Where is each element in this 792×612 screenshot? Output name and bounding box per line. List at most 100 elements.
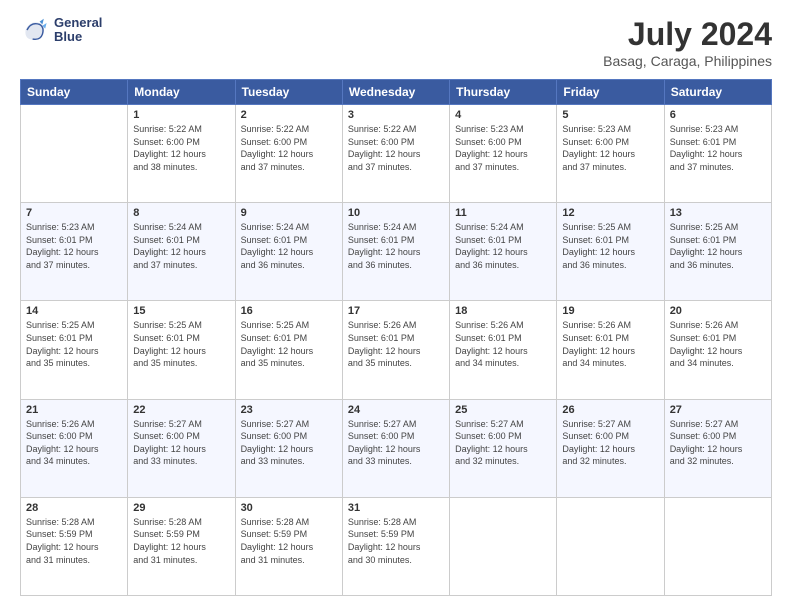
calendar-cell: 15 Sunrise: 5:25 AM Sunset: 6:01 PM Dayli…: [128, 301, 235, 399]
calendar-cell: 11Sunrise: 5:24 AM Sunset: 6:01 PM Dayli…: [450, 203, 557, 301]
col-header-wednesday: Wednesday: [342, 80, 449, 105]
calendar-cell: 7 Sunrise: 5:23 AM Sunset: 6:01 PM Daylig…: [21, 203, 128, 301]
day-number: 8: [133, 207, 229, 219]
day-info: Sunrise: 5:24 AM Sunset: 6:01 PM Dayligh…: [348, 221, 444, 271]
logo-line1: General: [54, 16, 102, 30]
calendar-cell: 12 Sunrise: 5:25 AM Sunset: 6:01 PM Dayli…: [557, 203, 664, 301]
month-year: July 2024: [603, 16, 772, 53]
day-number: 26: [562, 404, 658, 416]
calendar-cell: 19Sunrise: 5:26 AM Sunset: 6:01 PM Dayli…: [557, 301, 664, 399]
day-number: 3: [348, 109, 444, 121]
day-info: Sunrise: 5:27 AM Sunset: 6:00 PM Dayligh…: [241, 418, 337, 468]
calendar-cell: 26 Sunrise: 5:27 AM Sunset: 6:00 PM Dayli…: [557, 399, 664, 497]
day-number: 27: [670, 404, 766, 416]
day-number: 21: [26, 404, 122, 416]
calendar-cell: 29 Sunrise: 5:28 AM Sunset: 5:59 PM Dayli…: [128, 497, 235, 595]
calendar-cell: 16 Sunrise: 5:25 AM Sunset: 6:01 PM Dayli…: [235, 301, 342, 399]
day-info: Sunrise: 5:25 AM Sunset: 6:01 PM Dayligh…: [133, 319, 229, 369]
calendar-cell: 2 Sunrise: 5:22 AM Sunset: 6:00 PM Daylig…: [235, 105, 342, 203]
day-number: 24: [348, 404, 444, 416]
week-row-3: 14 Sunrise: 5:25 AM Sunset: 6:01 PM Dayli…: [21, 301, 772, 399]
calendar-cell: [557, 497, 664, 595]
col-header-saturday: Saturday: [664, 80, 771, 105]
calendar-cell: 28Sunrise: 5:28 AM Sunset: 5:59 PM Dayli…: [21, 497, 128, 595]
day-number: 6: [670, 109, 766, 121]
day-number: 29: [133, 502, 229, 514]
day-info: Sunrise: 5:26 AM Sunset: 6:01 PM Dayligh…: [348, 319, 444, 369]
week-row-5: 28Sunrise: 5:28 AM Sunset: 5:59 PM Dayli…: [21, 497, 772, 595]
day-info: Sunrise: 5:26 AM Sunset: 6:01 PM Dayligh…: [670, 319, 766, 369]
day-number: 18: [455, 305, 551, 317]
week-row-2: 7 Sunrise: 5:23 AM Sunset: 6:01 PM Daylig…: [21, 203, 772, 301]
day-info: Sunrise: 5:28 AM Sunset: 5:59 PM Dayligh…: [348, 516, 444, 566]
col-header-monday: Monday: [128, 80, 235, 105]
calendar-cell: 23 Sunrise: 5:27 AM Sunset: 6:00 PM Dayli…: [235, 399, 342, 497]
day-info: Sunrise: 5:23 AM Sunset: 6:00 PM Dayligh…: [562, 123, 658, 173]
day-info: Sunrise: 5:26 AM Sunset: 6:00 PM Dayligh…: [26, 418, 122, 468]
calendar-cell: 10 Sunrise: 5:24 AM Sunset: 6:01 PM Dayli…: [342, 203, 449, 301]
day-number: 25: [455, 404, 551, 416]
day-info: Sunrise: 5:27 AM Sunset: 6:00 PM Dayligh…: [455, 418, 551, 468]
calendar-table: SundayMondayTuesdayWednesdayThursdayFrid…: [20, 79, 772, 596]
day-number: 17: [348, 305, 444, 317]
day-info: Sunrise: 5:24 AM Sunset: 6:01 PM Dayligh…: [455, 221, 551, 271]
day-number: 12: [562, 207, 658, 219]
day-number: 14: [26, 305, 122, 317]
page: General Blue July 2024 Basag, Caraga, Ph…: [0, 0, 792, 612]
day-info: Sunrise: 5:23 AM Sunset: 6:01 PM Dayligh…: [670, 123, 766, 173]
day-number: 7: [26, 207, 122, 219]
day-number: 4: [455, 109, 551, 121]
col-header-sunday: Sunday: [21, 80, 128, 105]
header-row: SundayMondayTuesdayWednesdayThursdayFrid…: [21, 80, 772, 105]
calendar-cell: [664, 497, 771, 595]
day-info: Sunrise: 5:25 AM Sunset: 6:01 PM Dayligh…: [241, 319, 337, 369]
day-info: Sunrise: 5:23 AM Sunset: 6:01 PM Dayligh…: [26, 221, 122, 271]
calendar-cell: [450, 497, 557, 595]
day-info: Sunrise: 5:22 AM Sunset: 6:00 PM Dayligh…: [133, 123, 229, 173]
week-row-4: 21 Sunrise: 5:26 AM Sunset: 6:00 PM Dayli…: [21, 399, 772, 497]
logo-line2: Blue: [54, 30, 102, 44]
day-info: Sunrise: 5:28 AM Sunset: 5:59 PM Dayligh…: [133, 516, 229, 566]
day-info: Sunrise: 5:26 AM Sunset: 6:01 PM Dayligh…: [455, 319, 551, 369]
day-number: 30: [241, 502, 337, 514]
calendar-cell: 18 Sunrise: 5:26 AM Sunset: 6:01 PM Dayli…: [450, 301, 557, 399]
day-number: 9: [241, 207, 337, 219]
day-info: Sunrise: 5:23 AM Sunset: 6:00 PM Dayligh…: [455, 123, 551, 173]
day-info: Sunrise: 5:22 AM Sunset: 6:00 PM Dayligh…: [348, 123, 444, 173]
calendar-cell: 31Sunrise: 5:28 AM Sunset: 5:59 PM Dayli…: [342, 497, 449, 595]
calendar-cell: 21 Sunrise: 5:26 AM Sunset: 6:00 PM Dayli…: [21, 399, 128, 497]
week-row-1: 1 Sunrise: 5:22 AM Sunset: 6:00 PM Daylig…: [21, 105, 772, 203]
day-info: Sunrise: 5:28 AM Sunset: 5:59 PM Dayligh…: [26, 516, 122, 566]
calendar-cell: 6 Sunrise: 5:23 AM Sunset: 6:01 PM Daylig…: [664, 105, 771, 203]
calendar-cell: 13 Sunrise: 5:25 AM Sunset: 6:01 PM Dayli…: [664, 203, 771, 301]
logo-text: General Blue: [54, 16, 102, 45]
calendar-cell: 25 Sunrise: 5:27 AM Sunset: 6:00 PM Dayli…: [450, 399, 557, 497]
day-info: Sunrise: 5:28 AM Sunset: 5:59 PM Dayligh…: [241, 516, 337, 566]
day-info: Sunrise: 5:25 AM Sunset: 6:01 PM Dayligh…: [26, 319, 122, 369]
day-info: Sunrise: 5:27 AM Sunset: 6:00 PM Dayligh…: [348, 418, 444, 468]
calendar-cell: 20Sunrise: 5:26 AM Sunset: 6:01 PM Dayli…: [664, 301, 771, 399]
day-number: 1: [133, 109, 229, 121]
day-info: Sunrise: 5:22 AM Sunset: 6:00 PM Dayligh…: [241, 123, 337, 173]
day-number: 2: [241, 109, 337, 121]
day-number: 16: [241, 305, 337, 317]
day-info: Sunrise: 5:27 AM Sunset: 6:00 PM Dayligh…: [133, 418, 229, 468]
day-info: Sunrise: 5:25 AM Sunset: 6:01 PM Dayligh…: [670, 221, 766, 271]
day-number: 22: [133, 404, 229, 416]
day-info: Sunrise: 5:27 AM Sunset: 6:00 PM Dayligh…: [562, 418, 658, 468]
day-number: 10: [348, 207, 444, 219]
day-info: Sunrise: 5:27 AM Sunset: 6:00 PM Dayligh…: [670, 418, 766, 468]
calendar-cell: 27 Sunrise: 5:27 AM Sunset: 6:00 PM Dayli…: [664, 399, 771, 497]
calendar-cell: 30 Sunrise: 5:28 AM Sunset: 5:59 PM Dayli…: [235, 497, 342, 595]
col-header-tuesday: Tuesday: [235, 80, 342, 105]
location: Basag, Caraga, Philippines: [603, 53, 772, 69]
day-number: 23: [241, 404, 337, 416]
calendar-cell: 14 Sunrise: 5:25 AM Sunset: 6:01 PM Dayli…: [21, 301, 128, 399]
day-number: 5: [562, 109, 658, 121]
col-header-friday: Friday: [557, 80, 664, 105]
day-number: 13: [670, 207, 766, 219]
calendar-cell: 24 Sunrise: 5:27 AM Sunset: 6:00 PM Dayli…: [342, 399, 449, 497]
day-number: 15: [133, 305, 229, 317]
day-info: Sunrise: 5:24 AM Sunset: 6:01 PM Dayligh…: [133, 221, 229, 271]
day-info: Sunrise: 5:25 AM Sunset: 6:01 PM Dayligh…: [562, 221, 658, 271]
